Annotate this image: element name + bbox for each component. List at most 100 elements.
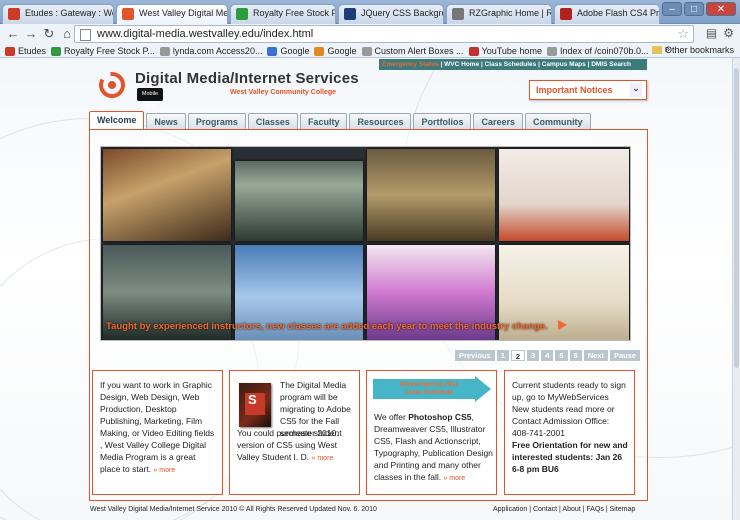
bookmark-star-icon[interactable]: ☆ bbox=[677, 26, 689, 42]
cs5-logo-letter: S bbox=[248, 392, 257, 407]
back-icon[interactable]: ← bbox=[5, 26, 21, 42]
mobile-site-button[interactable]: Mobile Site bbox=[137, 88, 163, 110]
address-bar[interactable]: www.digital-media.westvalley.edu/index.h… bbox=[74, 25, 694, 43]
bookmark-label: Royalty Free Stock P... bbox=[64, 45, 155, 56]
dmis-logo-icon[interactable] bbox=[97, 72, 127, 98]
portfolio-slideshow[interactable] bbox=[100, 146, 631, 341]
bookmark-item[interactable]: Google bbox=[267, 46, 309, 56]
tab-faculty[interactable]: Faculty bbox=[299, 113, 348, 130]
bookmark-label: Custom Alert Boxes ... bbox=[374, 45, 464, 56]
favicon-icon bbox=[159, 46, 170, 56]
favicon-icon bbox=[546, 46, 557, 56]
web-page: Digital Media/Internet Services Mobile S… bbox=[0, 58, 740, 520]
play-icon[interactable] bbox=[558, 320, 567, 330]
address-url: www.digital-media.westvalley.edu/index.h… bbox=[97, 28, 314, 40]
chevron-down-icon[interactable]: ⌄ bbox=[630, 83, 642, 97]
browser-tab-royalty-free[interactable]: Royalty Free Stock Phot... bbox=[230, 4, 336, 24]
bookmark-item[interactable]: lynda.com Access20... bbox=[159, 45, 263, 56]
reload-icon[interactable]: ↻ bbox=[41, 26, 57, 42]
window-controls: – □ ✕ bbox=[662, 2, 736, 16]
home-icon[interactable]: ⌂ bbox=[59, 26, 75, 42]
more-link[interactable]: » more bbox=[443, 475, 465, 482]
browser-tab-title: Royalty Free Stock Phot... bbox=[253, 8, 335, 18]
tab-portfolios[interactable]: Portfolios bbox=[413, 113, 472, 130]
bookmark-label: Google bbox=[327, 45, 357, 56]
important-notices-dropdown[interactable]: Important Notices ⌄ bbox=[529, 80, 647, 100]
tab-welcome[interactable]: Welcome bbox=[89, 111, 145, 130]
forward-icon[interactable]: → bbox=[23, 26, 39, 42]
maximize-icon[interactable]: □ bbox=[684, 2, 704, 16]
browser-tab-title: West Valley Digital Med... bbox=[139, 8, 228, 18]
browser-tab-etudes[interactable]: Etudes : Gateway : Welc... bbox=[2, 4, 114, 24]
bookmark-label: lynda.com Access20... bbox=[172, 45, 263, 56]
pause-button[interactable]: Pause bbox=[609, 350, 641, 361]
page-menu-icon[interactable]: ▤ bbox=[706, 26, 717, 40]
tab-resources[interactable]: Resources bbox=[349, 113, 412, 130]
bookmark-item[interactable]: Custom Alert Boxes ... bbox=[361, 45, 464, 56]
minimize-icon[interactable]: – bbox=[662, 2, 682, 16]
wrench-icon[interactable]: ⚙ bbox=[723, 26, 734, 40]
more-link[interactable]: » more bbox=[153, 467, 175, 474]
page-button-1[interactable]: 1 bbox=[496, 350, 509, 361]
portfolio-thumbnail bbox=[367, 149, 495, 241]
info-box-text-continued: You could purchase student version of CS… bbox=[237, 427, 357, 465]
other-bookmarks[interactable]: Other bookmarks bbox=[651, 45, 734, 55]
info-box-classes: Winter/Spring 2011 Class Schedule We off… bbox=[366, 370, 497, 495]
more-link[interactable]: » more bbox=[312, 455, 334, 462]
info-box-cs5: S The Digital Media program will be migr… bbox=[229, 370, 360, 495]
class-schedule-line1: Winter/Spring 2011 bbox=[399, 381, 459, 388]
tab-community[interactable]: Community bbox=[525, 113, 591, 130]
bookmark-item[interactable]: Index of /coin070b.0... bbox=[546, 45, 649, 56]
browser-tab-jquery[interactable]: JQuery CSS Backgroun... bbox=[338, 4, 444, 24]
class-schedule-label: Winter/Spring 2011 Class Schedule bbox=[387, 381, 471, 397]
page-scrollbar[interactable] bbox=[732, 58, 740, 520]
bookmark-item[interactable]: Royalty Free Stock P... bbox=[51, 46, 155, 56]
browser-tab-rzgraphic[interactable]: RZGraphic Home | Rebe... bbox=[446, 4, 552, 24]
bookmark-label: Index of /coin070b.0... bbox=[559, 45, 649, 56]
page-button-2[interactable]: 2 bbox=[510, 350, 526, 361]
page-button-6[interactable]: 6 bbox=[569, 350, 582, 361]
info-box-text: We offer bbox=[374, 412, 409, 422]
tab-careers[interactable]: Careers bbox=[473, 113, 524, 130]
tab-news[interactable]: News bbox=[146, 113, 186, 130]
footer-links[interactable]: Application | Contact | About | FAQs | S… bbox=[493, 506, 635, 513]
page-button-5[interactable]: 5 bbox=[555, 350, 568, 361]
browser-tab-title: Adobe Flash CS4 Profes... bbox=[577, 8, 660, 18]
important-notices-label: Important Notices bbox=[536, 85, 613, 95]
info-box-programs: If you want to work in Graphic Design, W… bbox=[92, 370, 223, 495]
site-nav-tabs: Welcome News Programs Classes Faculty Re… bbox=[89, 111, 591, 130]
info-box-text-bold: Photoshop CS5 bbox=[408, 412, 472, 422]
scrollbar-thumb[interactable] bbox=[734, 68, 739, 368]
favicon-icon bbox=[452, 8, 464, 20]
bookmark-item[interactable]: YouTube home bbox=[468, 45, 542, 56]
page-icon bbox=[80, 29, 91, 41]
other-bookmarks-label: Other bookmarks bbox=[664, 45, 734, 55]
bookmark-item[interactable]: Google bbox=[314, 45, 357, 56]
tab-classes[interactable]: Classes bbox=[247, 113, 298, 130]
page-button-4[interactable]: 4 bbox=[541, 350, 554, 361]
class-schedule-button[interactable]: Winter/Spring 2011 Class Schedule bbox=[373, 376, 491, 402]
page-button-3[interactable]: 3 bbox=[527, 350, 540, 361]
top-links[interactable]: | WVC Home | Class Schedules | Campus Ma… bbox=[439, 61, 631, 68]
previous-button[interactable]: Previous bbox=[455, 350, 495, 361]
favicon-icon bbox=[560, 8, 572, 20]
browser-tab-adobe-flash[interactable]: Adobe Flash CS4 Profes... bbox=[554, 4, 660, 24]
favicon-icon bbox=[361, 46, 372, 56]
close-icon[interactable]: ✕ bbox=[706, 2, 736, 16]
tab-programs[interactable]: Programs bbox=[187, 113, 246, 130]
favicon-icon bbox=[267, 46, 278, 56]
next-button[interactable]: Next bbox=[583, 350, 608, 361]
slideshow-pager: Previous 1 2 3 4 5 6 Next Pause bbox=[455, 350, 641, 361]
site-title: Digital Media/Internet Services bbox=[135, 70, 359, 87]
folder-icon bbox=[651, 46, 662, 54]
info-box-text: , Dreamweaver CS5, Illustrator CS5, Flas… bbox=[374, 412, 493, 482]
orientation-notice: Free Orientation for new and interested … bbox=[512, 440, 628, 474]
browser-tab-west-valley[interactable]: West Valley Digital Med... bbox=[116, 4, 228, 24]
bookmark-label: YouTube home bbox=[481, 45, 542, 56]
favicon-icon bbox=[5, 46, 15, 56]
slideshow-caption: Taught by experienced instructors, new c… bbox=[106, 321, 548, 332]
bookmark-item[interactable]: Etudes bbox=[5, 46, 46, 56]
college-name: West Valley Community College bbox=[230, 89, 337, 96]
emergency-status-link[interactable]: Emergency Status bbox=[382, 61, 439, 68]
info-box-text: Current students ready to sign up, go to… bbox=[512, 380, 626, 438]
